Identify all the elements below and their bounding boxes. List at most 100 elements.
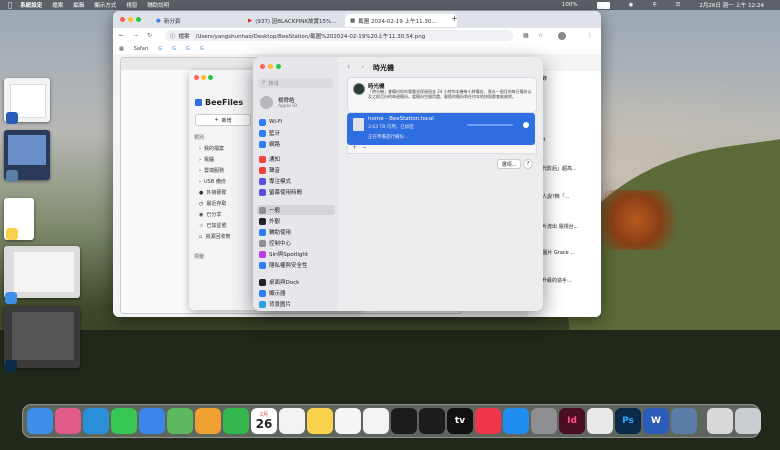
new-tab-icon[interactable]: + bbox=[451, 14, 458, 23]
nav-cloud[interactable]: › 雲端服務 bbox=[199, 167, 224, 175]
settings-item[interactable]: Wi-Fi bbox=[257, 117, 335, 127]
finder-window-icon[interactable] bbox=[707, 408, 733, 434]
minimize-button[interactable] bbox=[201, 75, 206, 80]
apple-menu-icon[interactable]:  bbox=[8, 1, 12, 9]
freeform-icon[interactable] bbox=[335, 408, 361, 434]
tab-screenshot[interactable]: ■ 截圖 2024-02-19 上午11.30... bbox=[345, 14, 457, 27]
stage-thumb-word[interactable] bbox=[4, 78, 50, 124]
launchpad-icon[interactable] bbox=[55, 408, 81, 434]
remove-disk-icon[interactable]: − bbox=[362, 144, 367, 151]
nav-computer[interactable]: › 電腦 bbox=[199, 156, 214, 164]
tab-new[interactable]: ● 新分頁 bbox=[151, 14, 249, 27]
reminders-icon[interactable] bbox=[279, 408, 305, 434]
notes-icon[interactable] bbox=[307, 408, 333, 434]
settings-item[interactable]: 外觀 bbox=[257, 216, 335, 226]
mail-icon[interactable] bbox=[139, 408, 165, 434]
music-icon[interactable] bbox=[475, 408, 501, 434]
settings-item[interactable]: 藍牙 bbox=[257, 128, 335, 138]
settings-item[interactable]: 專注模式 bbox=[257, 176, 335, 186]
safari-icon[interactable] bbox=[83, 408, 109, 434]
tab-youtube[interactable]: ▶ (937) 因BLACKPINK故實15%... bbox=[243, 14, 351, 27]
help-button[interactable]: ? bbox=[523, 159, 533, 169]
tv-icon[interactable]: tv bbox=[447, 408, 473, 434]
bookmark-g3[interactable]: G bbox=[186, 46, 190, 52]
menu-icon[interactable]: ⋮ bbox=[587, 32, 593, 39]
options-button[interactable]: 選項... bbox=[497, 159, 521, 169]
settings-item[interactable]: Siri與Spotlight bbox=[257, 249, 335, 259]
close-button[interactable] bbox=[260, 64, 265, 69]
settings-item[interactable]: 螢幕使用時間 bbox=[257, 187, 335, 197]
indesign-icon[interactable]: Id bbox=[559, 408, 585, 434]
menu-window[interactable]: 視窗 bbox=[126, 1, 137, 9]
facetime-icon[interactable] bbox=[223, 408, 249, 434]
word-icon[interactable]: W bbox=[643, 408, 669, 434]
photos-icon[interactable] bbox=[195, 408, 221, 434]
settings-item[interactable]: 網路 bbox=[257, 139, 335, 149]
profile-icon[interactable] bbox=[558, 31, 566, 40]
minimize-button[interactable] bbox=[128, 17, 133, 22]
finder-icon[interactable] bbox=[27, 408, 53, 434]
bookmark-g4[interactable]: G bbox=[200, 46, 204, 52]
settings-item[interactable]: 通知 bbox=[257, 154, 335, 164]
apps-icon[interactable]: ▦ bbox=[119, 46, 124, 52]
bookmark-icon[interactable]: ☆ bbox=[538, 32, 543, 39]
stage-thumb-finder[interactable] bbox=[4, 246, 80, 304]
back-icon[interactable]: ← bbox=[119, 32, 124, 39]
bookmark-g1[interactable]: G bbox=[158, 46, 162, 52]
menu-help[interactable]: 輔助說明 bbox=[147, 1, 169, 9]
trash-icon[interactable] bbox=[735, 408, 761, 434]
menu-view[interactable]: 顯示方式 bbox=[94, 1, 116, 9]
battery-icon[interactable] bbox=[596, 1, 610, 9]
calendar-icon[interactable]: 2月 26 bbox=[251, 408, 277, 434]
menu-file[interactable]: 檔案 bbox=[52, 1, 63, 9]
nav-external[interactable]: ● 外接硬碟 bbox=[199, 189, 226, 197]
stage-thumb-screen[interactable] bbox=[4, 130, 50, 182]
new-button[interactable]: + 新增 bbox=[195, 114, 251, 126]
nav-my-files[interactable]: › 我的檔案 bbox=[199, 145, 224, 153]
minimize-button[interactable] bbox=[268, 64, 273, 69]
wifi-icon[interactable]: ◉ bbox=[629, 2, 634, 8]
extensions-icon[interactable]: ▦ bbox=[523, 32, 529, 39]
photoshop-icon[interactable]: Ps bbox=[615, 408, 641, 434]
nav-usb[interactable]: › USB 備份 bbox=[199, 178, 226, 186]
close-button[interactable] bbox=[194, 75, 199, 80]
apple-id-row[interactable]: 楊舜皓 Apple ID bbox=[258, 94, 334, 112]
nav-shared[interactable]: ◉ 已分享 bbox=[199, 211, 221, 219]
add-disk-icon[interactable]: + bbox=[352, 144, 357, 151]
settings-item[interactable]: 控制中心 bbox=[257, 238, 335, 248]
control-center-icon[interactable]: ☰ bbox=[675, 2, 680, 8]
stop-backup-icon[interactable] bbox=[523, 122, 529, 128]
menu-app-name[interactable]: 系統設定 bbox=[20, 1, 42, 9]
forward-icon[interactable]: → bbox=[133, 32, 138, 39]
messages-icon[interactable] bbox=[111, 408, 137, 434]
settings-item[interactable]: 桌面與Dock bbox=[257, 277, 335, 287]
settings-item[interactable]: 背景圖片 bbox=[257, 299, 335, 309]
settings-search-field[interactable]: ⚲ 搜尋 bbox=[258, 78, 333, 88]
bookmark-g2[interactable]: G bbox=[172, 46, 176, 52]
chrome-icon[interactable] bbox=[363, 408, 389, 434]
nav-starred[interactable]: ☆ 已加星號 bbox=[199, 222, 227, 230]
settings-item[interactable]: 一般 bbox=[257, 205, 335, 215]
zoom-button[interactable] bbox=[136, 17, 141, 22]
screen-icon[interactable] bbox=[671, 408, 697, 434]
settings-item[interactable]: 輔助使用 bbox=[257, 227, 335, 237]
close-button[interactable] bbox=[120, 17, 125, 22]
stage-thumb-photoshop[interactable] bbox=[4, 306, 80, 372]
stage-thumb-notes[interactable] bbox=[4, 198, 34, 240]
maps-icon[interactable] bbox=[167, 408, 193, 434]
nav-trash[interactable]: ▫ 資源回收筒 bbox=[199, 233, 230, 241]
link-icon[interactable] bbox=[391, 408, 417, 434]
back-icon[interactable]: ‹ bbox=[347, 62, 350, 71]
search-icon[interactable]: ⚲ bbox=[652, 2, 656, 8]
forward-icon[interactable]: › bbox=[361, 62, 364, 71]
clock[interactable]: 2月26日 週一 上午 12:24 bbox=[699, 1, 764, 9]
system-settings-icon[interactable] bbox=[531, 408, 557, 434]
iphone-mirroring-icon[interactable] bbox=[419, 408, 445, 434]
zoom-button[interactable] bbox=[276, 64, 281, 69]
settings-item[interactable]: 顯示器 bbox=[257, 288, 335, 298]
menu-edit[interactable]: 編輯 bbox=[73, 1, 84, 9]
bookmark-safari[interactable]: Safari bbox=[134, 46, 149, 52]
backup-disk-row[interactable]: home - BeeStation.local 3.63 TB 可用，已加密 正… bbox=[347, 113, 535, 145]
address-bar[interactable]: ⓘ 檔案 /Users/yangshunhao/Desktop/BeeStati… bbox=[165, 30, 513, 41]
reload-icon[interactable]: ↻ bbox=[147, 32, 152, 39]
